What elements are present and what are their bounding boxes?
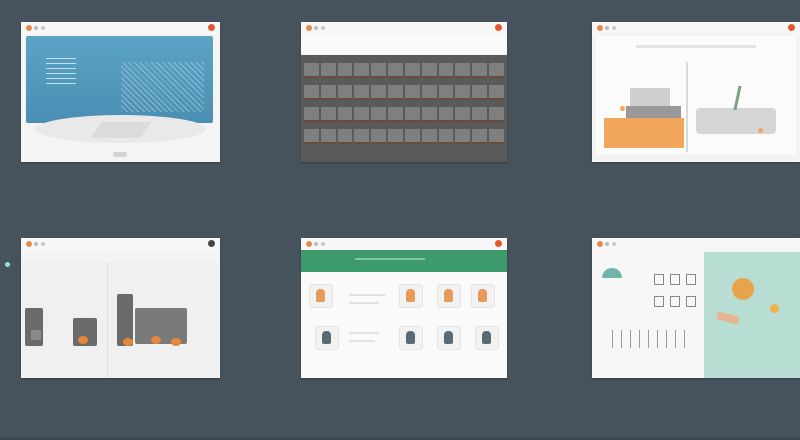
profile-card[interactable] (399, 284, 423, 308)
lamp-icon (620, 106, 625, 111)
gray-dot-icon[interactable] (612, 242, 616, 246)
industrial-machines-window[interactable] (21, 238, 220, 378)
profile-card[interactable] (399, 326, 423, 350)
small-grid-icon (654, 274, 664, 285)
interior-scene-window[interactable] (592, 22, 800, 162)
avatar (406, 331, 415, 344)
plant-icon (733, 86, 758, 110)
gray-dot-icon[interactable] (605, 26, 609, 30)
profile-card[interactable] (471, 284, 495, 308)
orange-dot-icon[interactable] (306, 241, 312, 247)
profile-card[interactable] (315, 326, 339, 350)
profile-card[interactable] (437, 284, 461, 308)
orange-dot-icon[interactable] (26, 25, 32, 31)
table-row (304, 63, 504, 78)
close-icon[interactable] (495, 24, 502, 31)
header-bar (355, 258, 425, 260)
orange-dot-icon[interactable] (597, 25, 603, 31)
avatar (478, 289, 487, 302)
text-line (349, 340, 375, 342)
avatar (444, 289, 453, 302)
gray-dot-icon[interactable] (41, 242, 45, 246)
gray-dot-icon[interactable] (321, 26, 325, 30)
text-line (349, 332, 379, 334)
orange-part-icon (78, 336, 88, 344)
table-grid (301, 55, 507, 162)
machine-icon (25, 308, 43, 346)
dashboard-pattern (121, 62, 204, 112)
gray-dot-icon[interactable] (41, 26, 45, 30)
window-titlebar[interactable] (301, 22, 507, 34)
cursor-dot-icon (5, 262, 10, 267)
close-icon[interactable] (495, 240, 502, 247)
kitchen-counter (604, 118, 684, 148)
text-line (349, 294, 385, 296)
profile-card[interactable] (437, 326, 461, 350)
profile-cards-window[interactable] (301, 238, 507, 378)
small-grid-icon (670, 296, 680, 307)
avatar (316, 289, 325, 302)
address-bar[interactable] (301, 34, 507, 54)
text-line (349, 302, 379, 304)
avatar (322, 331, 331, 344)
window-titlebar[interactable] (21, 238, 220, 250)
blue-dashboard-window[interactable] (21, 22, 220, 162)
small-grid-icon (670, 274, 680, 285)
gray-dot-icon[interactable] (34, 26, 38, 30)
window-titlebar[interactable] (592, 22, 800, 34)
green-header (301, 250, 507, 272)
small-grid-icon (686, 274, 696, 285)
interior-illustration (596, 36, 796, 154)
profile-card[interactable] (309, 284, 333, 308)
gray-dot-icon[interactable] (321, 242, 325, 246)
gray-dot-icon[interactable] (314, 242, 318, 246)
fence (612, 330, 692, 348)
panel-divider (107, 262, 108, 378)
gray-dot-icon[interactable] (314, 26, 318, 30)
window-titlebar[interactable] (592, 238, 800, 250)
window-titlebar[interactable] (301, 238, 507, 250)
dashboard-text-lines (46, 58, 76, 88)
table-row (304, 107, 504, 122)
table-row (304, 85, 504, 100)
gray-dot-icon[interactable] (605, 242, 609, 246)
machine-label-glyph (31, 330, 41, 340)
desktop-background: { "colors": { "desktop_bg": "#46535c", "… (0, 0, 800, 440)
orange-dot-icon[interactable] (597, 241, 603, 247)
tv-shelf (630, 88, 670, 108)
lamp-icon (770, 304, 779, 313)
close-icon[interactable] (208, 24, 215, 31)
sun-icon (732, 278, 754, 300)
ceiling-beam (636, 45, 756, 48)
gray-dot-icon[interactable] (612, 26, 616, 30)
window-titlebar[interactable] (21, 22, 220, 34)
orange-part-icon (123, 338, 133, 346)
room-divider (686, 62, 688, 152)
small-grid-icon (686, 296, 696, 307)
gray-dot-icon[interactable] (34, 242, 38, 246)
avatar (406, 289, 415, 302)
outdoor-lounge-window[interactable] (592, 238, 800, 378)
data-table-window[interactable] (301, 22, 507, 162)
orange-part-icon (151, 336, 161, 344)
orange-dot-icon[interactable] (26, 241, 32, 247)
close-icon[interactable] (208, 240, 215, 247)
table-row (304, 129, 504, 144)
avatar (444, 331, 453, 344)
profile-card[interactable] (475, 326, 499, 350)
lamp-icon (758, 128, 763, 133)
sofa (696, 108, 776, 134)
orange-dot-icon[interactable] (306, 25, 312, 31)
display-foot (113, 152, 127, 157)
dashboard-panel (26, 36, 213, 123)
cards-body (301, 272, 507, 378)
orange-part-icon (171, 338, 181, 346)
close-icon[interactable] (788, 24, 795, 31)
avatar (482, 331, 491, 344)
small-grid-icon (654, 296, 664, 307)
